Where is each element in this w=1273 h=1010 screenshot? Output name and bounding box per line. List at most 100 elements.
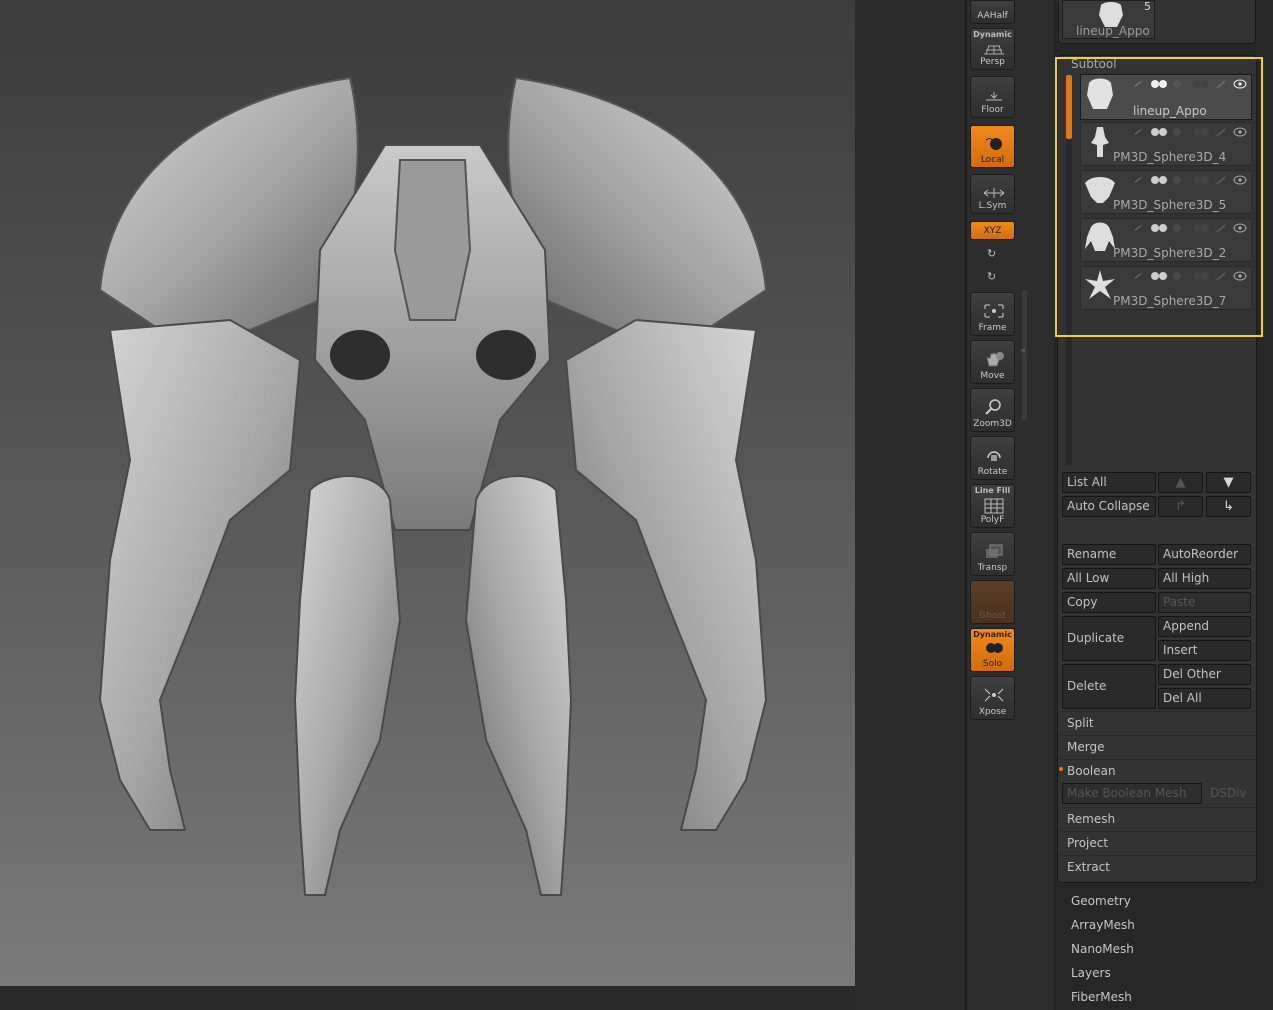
canvas-gutter <box>855 0 965 1010</box>
creature-model <box>98 76 768 896</box>
local-icon <box>985 138 1002 150</box>
move-into-folder-icon[interactable]: ↱ <box>1158 496 1203 517</box>
local-button[interactable]: Local <box>970 125 1015 168</box>
rename-button[interactable]: Rename <box>1062 544 1156 565</box>
all-low-button[interactable]: All Low <box>1062 568 1156 589</box>
list-all-button[interactable]: List All <box>1062 472 1156 493</box>
xyz-label: XYZ <box>983 226 1002 236</box>
xyz-button[interactable]: XYZ <box>970 221 1015 240</box>
shelf-collapse-arrow-icon[interactable]: ◂ <box>1020 345 1025 356</box>
subtool-item[interactable]: PM3D_Sphere3D_2 <box>1080 218 1252 262</box>
frame-icon <box>984 304 1004 318</box>
duplicate-button[interactable]: Duplicate <box>1062 616 1156 661</box>
copy-button[interactable]: Copy <box>1062 592 1156 613</box>
rotate-y-icon[interactable]: ↻ <box>987 247 996 260</box>
persp-label: Persp <box>980 57 1005 67</box>
move-up-arrow-icon[interactable]: ▲ <box>1158 472 1203 493</box>
rotate-z-icon[interactable]: ↻ <box>987 270 996 283</box>
rotate-label: Rotate <box>977 467 1008 477</box>
delete-button[interactable]: Delete <box>1062 664 1156 709</box>
auto-collapse-button[interactable]: Auto Collapse <box>1062 496 1156 517</box>
viewport-footer <box>0 986 855 1010</box>
subtool-name: PM3D_Sphere3D_2 <box>1113 246 1227 260</box>
boolean-section[interactable]: Boolean <box>1060 759 1256 782</box>
aahalf-button[interactable]: AAHalf <box>970 0 1015 24</box>
frame-label: Frame <box>978 323 1007 333</box>
subtool-title[interactable]: Subtool <box>1071 57 1117 71</box>
move-down-arrow-icon[interactable]: ▼ <box>1206 472 1251 493</box>
floor-icon <box>986 92 1002 101</box>
left-leg <box>293 475 402 896</box>
solo-icon <box>986 643 1003 653</box>
subtool-item[interactable]: lineup_Appo <box>1080 74 1252 120</box>
xpose-icon <box>984 688 1004 702</box>
floor-button[interactable]: Floor <box>970 76 1015 118</box>
move-out-folder-icon[interactable]: ↳ <box>1206 496 1251 517</box>
paste-button[interactable]: Paste <box>1158 592 1251 613</box>
ghost-button[interactable]: Ghost <box>970 580 1015 624</box>
current-tool-name: lineup_Appo <box>1076 24 1150 38</box>
polygrid-icon <box>984 498 1004 514</box>
insert-button[interactable]: Insert <box>1158 640 1251 661</box>
subtool-name: PM3D_Sphere3D_4 <box>1113 150 1227 164</box>
subtool-toggle-icons[interactable] <box>1133 270 1249 282</box>
subtool-scroll-thumb[interactable] <box>1066 75 1072 139</box>
remesh-section[interactable]: Remesh <box>1060 807 1256 830</box>
arraymesh-subpalette[interactable]: ArrayMesh <box>1071 918 1135 932</box>
xpose-label: Xpose <box>978 707 1007 717</box>
subtool-toggle-icons[interactable] <box>1133 174 1249 186</box>
subtool-item[interactable]: PM3D_Sphere3D_4 <box>1080 122 1252 166</box>
subtool-name: PM3D_Sphere3D_7 <box>1113 294 1227 308</box>
lsym-label: L.Sym <box>978 201 1007 211</box>
auto-reorder-button[interactable]: AutoReorder <box>1158 544 1251 565</box>
append-button[interactable]: Append <box>1158 616 1251 637</box>
del-all-button[interactable]: Del All <box>1158 688 1251 709</box>
transp-label: Transp <box>977 563 1008 573</box>
hand-icon <box>986 352 1004 367</box>
fibermesh-subpalette[interactable]: FiberMesh <box>1071 990 1132 1004</box>
solo-button[interactable]: Dynamic Solo <box>970 628 1015 672</box>
zoom3d-button[interactable]: Zoom3D <box>970 388 1015 432</box>
persp-button[interactable]: Dynamic Persp <box>970 28 1015 70</box>
canvas-viewport[interactable] <box>0 0 855 986</box>
move-button[interactable]: Move <box>970 340 1015 384</box>
subtool-thumbnail <box>1087 78 1113 109</box>
subtool-name: PM3D_Sphere3D_5 <box>1113 198 1227 212</box>
xpose-button[interactable]: Xpose <box>970 676 1015 720</box>
project-section[interactable]: Project <box>1060 831 1256 854</box>
left-arm <box>98 318 302 831</box>
subtool-toggle-icons[interactable] <box>1133 222 1249 234</box>
tool-subtool-count: 5 <box>1144 0 1151 13</box>
right-arm <box>564 318 768 831</box>
subtool-toggle-icons[interactable] <box>1133 78 1249 90</box>
subtool-thumbnail <box>1085 222 1115 251</box>
geometry-subpalette[interactable]: Geometry <box>1071 894 1131 908</box>
perspective-grid-icon <box>984 45 1004 55</box>
magnifier-icon <box>985 399 1001 415</box>
subtool-item[interactable]: PM3D_Sphere3D_5 <box>1080 170 1252 214</box>
merge-section[interactable]: Merge <box>1060 735 1256 758</box>
make-boolean-mesh-button[interactable]: Make Boolean Mesh <box>1062 783 1202 804</box>
move-label: Move <box>980 371 1005 381</box>
transp-button[interactable]: Transp <box>970 532 1015 576</box>
subtool-toggle-icons[interactable] <box>1133 126 1249 138</box>
polyf-button[interactable]: Line Fill PolyF <box>970 484 1015 528</box>
rotate-button[interactable]: Rotate <box>970 436 1015 480</box>
frame-button[interactable]: Frame <box>970 292 1015 336</box>
layers-subpalette[interactable]: Layers <box>1071 966 1111 980</box>
symmetry-arrows-icon <box>983 188 1005 198</box>
solo-label: Solo <box>982 659 1003 669</box>
extract-section[interactable]: Extract <box>1060 855 1256 878</box>
lsym-button[interactable]: L.Sym <box>970 174 1015 214</box>
dsdiv-slider[interactable]: DSDiv <box>1210 786 1247 800</box>
subtool-item[interactable]: PM3D_Sphere3D_7 <box>1080 266 1252 310</box>
split-section[interactable]: Split <box>1060 711 1256 734</box>
right-leg <box>464 475 573 896</box>
del-other-button[interactable]: Del Other <box>1158 664 1251 685</box>
floor-label: Floor <box>981 105 1004 115</box>
nanomesh-subpalette[interactable]: NanoMesh <box>1071 942 1134 956</box>
zoom3d-label: Zoom3D <box>973 419 1012 429</box>
head <box>393 159 472 321</box>
all-high-button[interactable]: All High <box>1158 568 1251 589</box>
subtool-thumbnail <box>1085 270 1115 299</box>
